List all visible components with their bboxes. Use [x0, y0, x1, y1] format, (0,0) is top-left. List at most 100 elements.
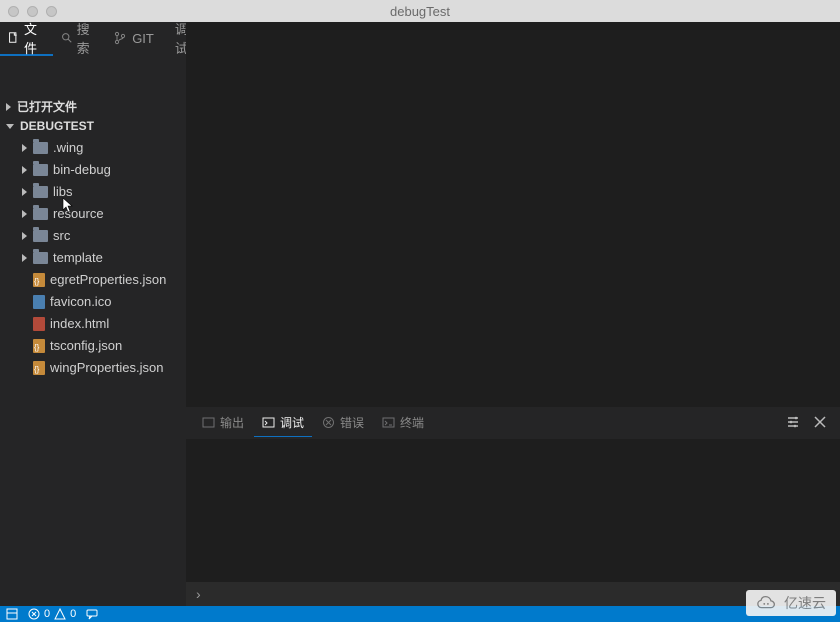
panel-tabs: 输出 调试 错误 终端	[186, 407, 840, 439]
statusbar: 0 0	[0, 606, 840, 622]
json-file-icon	[33, 361, 45, 375]
debug-console-input[interactable]: ›	[186, 582, 840, 606]
editor-area: 输出 调试 错误 终端	[186, 56, 840, 606]
debug-console-body[interactable]	[186, 439, 840, 582]
output-icon	[202, 416, 215, 429]
panel-tab-terminal[interactable]: 终端	[374, 409, 432, 437]
status-problems[interactable]: 0 0	[28, 608, 76, 620]
tree-item-label: template	[53, 250, 103, 266]
titlebar: debugTest	[0, 0, 840, 22]
file-tree: .wing bin-debug libs resource src	[0, 135, 186, 381]
folder-icon	[33, 230, 48, 242]
folder-icon	[33, 208, 48, 220]
tree-folder[interactable]: bin-debug	[0, 159, 186, 181]
panel-tab-label: 输出	[220, 414, 244, 431]
main-area: 已打开文件 DEBUGTEST .wing bin-debug libs	[0, 56, 840, 606]
tree-item-label: src	[53, 228, 70, 244]
tab-debug[interactable]: 调试	[162, 22, 186, 56]
debug-console-prompt: ›	[196, 586, 201, 602]
tree-item-label: tsconfig.json	[50, 338, 122, 354]
warning-triangle-icon	[54, 608, 66, 620]
tree-file[interactable]: tsconfig.json	[0, 335, 186, 357]
tab-search[interactable]: 搜索	[53, 22, 106, 56]
editor-empty	[186, 56, 840, 406]
terminal-icon	[382, 416, 395, 429]
tab-search-label: 搜索	[77, 19, 98, 57]
tree-item-label: resource	[53, 206, 104, 222]
json-file-icon	[33, 339, 45, 353]
tree-folder[interactable]: .wing	[0, 137, 186, 159]
panel-settings-button[interactable]	[780, 411, 806, 436]
tree-folder[interactable]: resource	[0, 203, 186, 225]
chevron-right-icon	[22, 254, 27, 262]
folder-icon	[33, 164, 48, 176]
tree-folder[interactable]: template	[0, 247, 186, 269]
window-controls	[8, 6, 57, 17]
watermark-text: 亿速云	[784, 593, 826, 613]
branch-icon	[113, 31, 127, 45]
folder-icon	[33, 252, 48, 264]
tree-file[interactable]: favicon.ico	[0, 291, 186, 313]
panel-tab-debug-console[interactable]: 调试	[254, 409, 312, 437]
chevron-right-icon	[22, 232, 27, 240]
file-icon	[8, 31, 19, 45]
window-title: debugTest	[0, 4, 840, 19]
activity-tabs: 文件 搜索 GIT 调试	[0, 22, 186, 56]
panel-tab-label: 终端	[400, 414, 424, 431]
tree-item-label: wingProperties.json	[50, 360, 163, 376]
tab-git-label: GIT	[132, 31, 154, 46]
chevron-right-icon	[6, 103, 11, 111]
bottom-panel: 输出 调试 错误 终端	[186, 406, 840, 606]
layout-icon	[6, 608, 18, 620]
tree-folder[interactable]: libs	[0, 181, 186, 203]
comment-icon	[86, 608, 98, 620]
panel-tab-label: 错误	[340, 414, 364, 431]
tree-file[interactable]: index.html	[0, 313, 186, 335]
chevron-right-icon	[22, 188, 27, 196]
cloud-icon	[756, 594, 778, 612]
tree-item-label: bin-debug	[53, 162, 111, 178]
tree-item-label: favicon.ico	[50, 294, 111, 310]
status-layout-button[interactable]	[6, 608, 18, 620]
status-error-count: 0	[44, 608, 50, 620]
console-icon	[262, 416, 275, 429]
search-icon	[61, 31, 72, 45]
folder-icon	[33, 142, 48, 154]
error-circle-icon	[28, 608, 40, 620]
tab-files-label: 文件	[24, 19, 45, 57]
explorer-sidebar: 已打开文件 DEBUGTEST .wing bin-debug libs	[0, 56, 186, 606]
folder-icon	[33, 186, 48, 198]
close-window-button[interactable]	[8, 6, 19, 17]
chevron-right-icon	[22, 144, 27, 152]
error-icon	[322, 416, 335, 429]
tree-item-label: egretProperties.json	[50, 272, 166, 288]
tab-debug-label: 调试	[175, 22, 186, 56]
tree-file[interactable]: egretProperties.json	[0, 269, 186, 291]
html-file-icon	[33, 317, 45, 331]
tree-item-label: .wing	[53, 140, 83, 156]
chevron-down-icon	[6, 124, 14, 129]
tab-files[interactable]: 文件	[0, 22, 53, 56]
tab-git[interactable]: GIT	[105, 22, 162, 56]
panel-tab-label: 调试	[280, 414, 304, 431]
panel-close-button[interactable]	[808, 412, 832, 435]
project-label: DEBUGTEST	[20, 119, 94, 133]
ico-file-icon	[33, 295, 45, 309]
tree-item-label: index.html	[50, 316, 109, 332]
json-file-icon	[33, 273, 45, 287]
maximize-window-button[interactable]	[46, 6, 57, 17]
open-editors-section[interactable]: 已打开文件	[0, 96, 186, 117]
chevron-right-icon	[22, 210, 27, 218]
tree-folder[interactable]: src	[0, 225, 186, 247]
panel-tab-output[interactable]: 输出	[194, 409, 252, 437]
open-editors-label: 已打开文件	[17, 98, 77, 115]
project-section[interactable]: DEBUGTEST	[0, 117, 186, 135]
tree-file[interactable]: wingProperties.json	[0, 357, 186, 379]
status-warning-count: 0	[70, 608, 76, 620]
chevron-right-icon	[22, 166, 27, 174]
status-feedback-button[interactable]	[86, 608, 98, 620]
tree-item-label: libs	[53, 184, 73, 200]
panel-tab-problems[interactable]: 错误	[314, 409, 372, 437]
minimize-window-button[interactable]	[27, 6, 38, 17]
watermark: 亿速云	[746, 590, 836, 616]
